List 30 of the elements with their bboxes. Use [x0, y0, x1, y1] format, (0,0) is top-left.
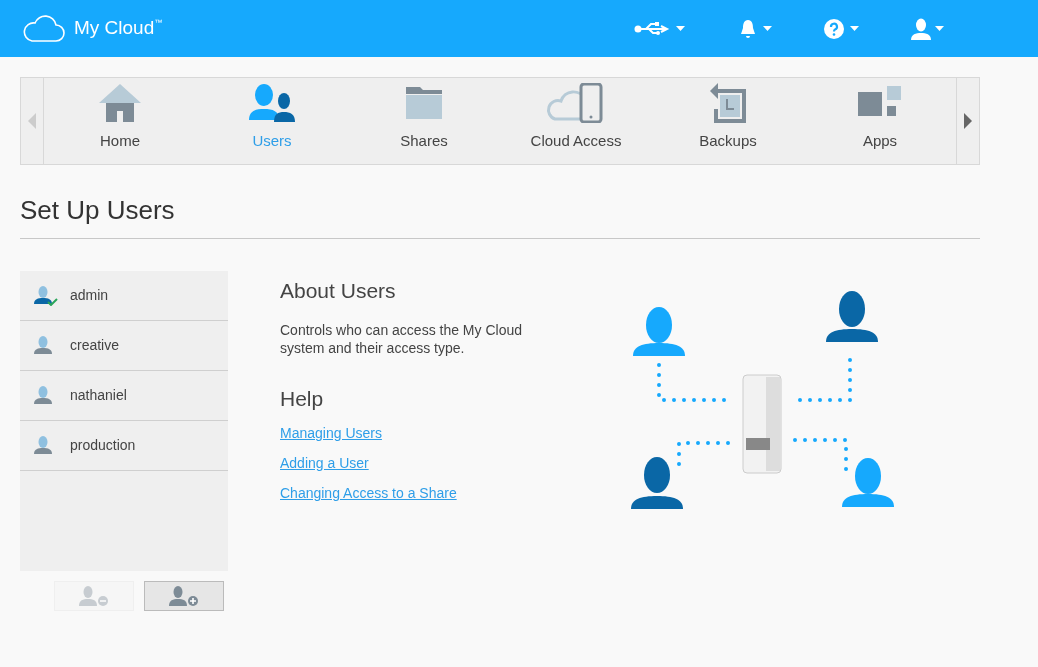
user-list-item[interactable]: admin	[20, 271, 228, 321]
caret-icon	[763, 26, 772, 31]
bell-icon	[739, 18, 757, 39]
section-heading: About Users	[280, 278, 397, 304]
page-title: Set Up Users	[20, 195, 176, 225]
home-icon	[99, 83, 141, 122]
backup-clock-icon	[710, 82, 746, 123]
cloud-icon	[22, 14, 66, 43]
help-button[interactable]	[824, 18, 859, 39]
user-list-item[interactable]: nathaniel	[20, 371, 228, 421]
caret-icon	[676, 26, 685, 31]
account-button[interactable]	[911, 17, 944, 40]
usb-icon	[634, 21, 670, 36]
section-heading: Help	[280, 385, 325, 412]
add-user-icon	[169, 586, 199, 606]
remove-user-icon	[79, 586, 109, 606]
person-icon	[911, 17, 931, 40]
app-title: My Cloud™	[74, 16, 163, 41]
user-list-item[interactable]: creative	[20, 321, 228, 371]
left-arrow-icon	[28, 113, 36, 129]
add-user-button[interactable]	[144, 581, 224, 611]
help-icon	[824, 18, 844, 39]
right-arrow-icon	[964, 113, 972, 129]
user-list-item[interactable]: production	[20, 421, 228, 471]
caret-icon	[850, 26, 859, 31]
caret-icon	[935, 26, 944, 31]
users-icon	[249, 83, 295, 122]
folder-icon	[406, 86, 442, 119]
notifications-button[interactable]	[739, 18, 772, 39]
about-text: Controls who can access the My Cloud system and their access type.	[280, 320, 523, 357]
